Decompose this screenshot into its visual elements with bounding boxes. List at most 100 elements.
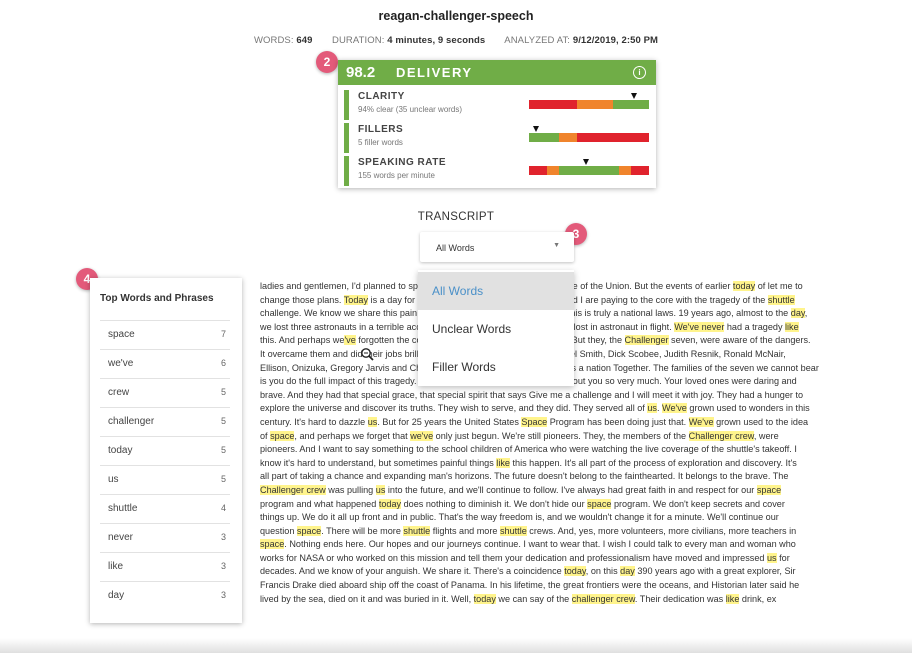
- transcript-segment: drink, ex: [739, 593, 777, 604]
- metric-name: SPEAKING RATE: [358, 157, 446, 168]
- highlighted-word[interactable]: like: [785, 321, 799, 332]
- transcript-segment: Program has been doing just that.: [547, 416, 689, 427]
- top-word-row[interactable]: shuttle 4: [100, 494, 230, 524]
- transcript-segment: only just begun. We're still pioneers. T…: [433, 430, 689, 441]
- top-word-row[interactable]: we've 6: [100, 349, 230, 379]
- transcript-segment: , and perhaps we forget that: [294, 430, 411, 441]
- highlighted-word[interactable]: space: [587, 498, 612, 509]
- highlighted-word[interactable]: space: [260, 539, 285, 550]
- dropdown-option-unclear-words[interactable]: Unclear Words: [418, 310, 574, 348]
- transcript-segment: know it's hard to understand, but someti…: [260, 457, 497, 468]
- scale-segment: [577, 100, 613, 109]
- metric-indicator: [344, 90, 349, 120]
- top-word-row[interactable]: day 3: [100, 581, 230, 611]
- highlighted-word[interactable]: Challenger crew: [688, 430, 754, 441]
- highlighted-word[interactable]: like: [496, 457, 510, 468]
- transcript-segment: crews. And, yes, more volunteers, more c…: [526, 525, 797, 536]
- top-word-row[interactable]: today 5: [100, 436, 230, 466]
- highlighted-word[interactable]: day: [790, 308, 805, 319]
- highlighted-word[interactable]: shuttle: [767, 294, 795, 305]
- highlighted-word[interactable]: Challenger: [624, 335, 669, 346]
- transcript-line: pioneers. And I want to say something to…: [260, 443, 896, 457]
- highlighted-word[interactable]: us: [647, 403, 657, 414]
- transcript-segment: works for NASA or who worked on this mis…: [260, 552, 767, 563]
- scale-segment: [559, 166, 619, 175]
- transcript-segment: grown used to wonders in this: [686, 403, 810, 414]
- metric-detail: 94% clear (35 unclear words): [358, 105, 463, 114]
- highlighted-word[interactable]: today: [378, 498, 402, 509]
- highlighted-word[interactable]: we've: [410, 430, 434, 441]
- highlighted-word[interactable]: space: [270, 430, 295, 441]
- highlighted-word[interactable]: Today: [343, 294, 369, 305]
- word-filter-select[interactable]: All Words ▼: [420, 232, 574, 262]
- top-word-row[interactable]: never 3: [100, 523, 230, 553]
- highlighted-word[interactable]: We've: [688, 416, 714, 427]
- highlighted-word[interactable]: space: [296, 525, 322, 536]
- transcript-segment: this happen. It's all part of the proces…: [509, 457, 797, 468]
- top-word-row[interactable]: us 5: [100, 465, 230, 495]
- transcript-segment: we can say of the: [495, 593, 572, 604]
- transcript-line: change those plans. Today is a day for m…: [260, 294, 896, 308]
- dropdown-option-filler-words[interactable]: Filler Words: [418, 348, 574, 386]
- highlighted-word[interactable]: today: [732, 281, 756, 291]
- transcript-segment: . But for 25 years the United States: [377, 416, 522, 427]
- highlighted-word[interactable]: us: [766, 552, 777, 563]
- delivery-card: 98.2 DELIVERY i CLARITY 94% clear (35 unc…: [338, 60, 656, 188]
- transcript-line: things up. We do it all up front and in …: [260, 511, 896, 525]
- highlighted-word[interactable]: today: [473, 593, 496, 604]
- transcript-segment: 390 years ago with a great explorer, Sir: [634, 566, 796, 577]
- top-word-count: 5: [220, 387, 226, 397]
- transcript-segment: program and what happened: [260, 498, 379, 509]
- highlighted-word[interactable]: shuttle: [499, 525, 527, 536]
- highlighted-word[interactable]: us: [367, 416, 378, 427]
- info-icon[interactable]: i: [633, 66, 646, 79]
- speech-meta: WORDS: 649 DURATION: 4 minutes, 9 second…: [0, 35, 912, 46]
- highlighted-word[interactable]: We've never: [674, 321, 725, 332]
- highlighted-word[interactable]: us: [375, 484, 386, 495]
- transcript-line: this. And perhaps we've forgotten the co…: [260, 334, 896, 348]
- highlighted-word[interactable]: challenger crew: [571, 593, 635, 604]
- dropdown-option-all-words[interactable]: All Words: [418, 272, 574, 310]
- top-word-row[interactable]: challenger 5: [100, 407, 230, 437]
- transcript-segment: had a tragedy: [724, 321, 786, 332]
- transcript-segment: century. It's hard to dazzle: [260, 416, 368, 427]
- top-word-count: 6: [220, 358, 226, 368]
- duration-value: 4 minutes, 9 seconds: [387, 35, 486, 46]
- highlighted-word[interactable]: 've: [344, 335, 356, 346]
- scale-segment: [613, 100, 649, 109]
- highlighted-word[interactable]: day: [620, 566, 635, 577]
- highlighted-word[interactable]: space: [756, 484, 782, 495]
- metric-marker: [583, 159, 590, 165]
- top-word-count: 3: [220, 590, 226, 600]
- transcript-segment: decades. And we know of your anguish. We…: [260, 566, 565, 577]
- analyzed-value: 9/12/2019, 2:50 PM: [572, 35, 659, 46]
- transcript-segment: seven, were aware of the dangers.: [668, 335, 811, 346]
- highlighted-word[interactable]: We've: [662, 403, 687, 414]
- top-word-row[interactable]: like 3: [100, 552, 230, 582]
- top-word-row[interactable]: space 7: [100, 320, 230, 350]
- highlighted-word[interactable]: Challenger crew: [260, 484, 326, 495]
- metric-scale: [529, 133, 649, 142]
- transcript-segment: all part of taking a chance and expandin…: [260, 471, 789, 482]
- delivery-title: DELIVERY: [396, 65, 473, 80]
- top-word: like: [108, 561, 124, 572]
- transcript-line: century. It's hard to dazzle us. But for…: [260, 416, 896, 430]
- transcript-segment: explore the universe and discover its tr…: [260, 403, 648, 414]
- words-label: WORDS:: [253, 35, 294, 46]
- words-value: 649: [296, 35, 313, 46]
- metric-row: SPEAKING RATE 155 words per minute: [344, 156, 650, 186]
- transcript-line: challenge. We know we share this pain wi…: [260, 307, 896, 321]
- duration-label: DURATION:: [332, 35, 385, 46]
- highlighted-word[interactable]: Space: [521, 416, 548, 427]
- delivery-header: 98.2 DELIVERY i: [338, 60, 656, 85]
- highlighted-word[interactable]: shuttle: [403, 525, 431, 536]
- transcript-line: ladies and gentlemen, I'd planned to spe…: [260, 280, 896, 294]
- top-word-row[interactable]: crew 5: [100, 378, 230, 408]
- highlighted-word[interactable]: today: [564, 566, 586, 577]
- scale-segment: [619, 166, 631, 175]
- transcript-segment: brave. And they had that special grace, …: [260, 389, 804, 400]
- transcript-segment: grown used to the idea: [713, 416, 809, 427]
- highlighted-word[interactable]: like: [725, 593, 740, 604]
- transcript-segment: flights and more: [430, 525, 500, 536]
- metric-row: FILLERS 5 filler words: [344, 123, 650, 153]
